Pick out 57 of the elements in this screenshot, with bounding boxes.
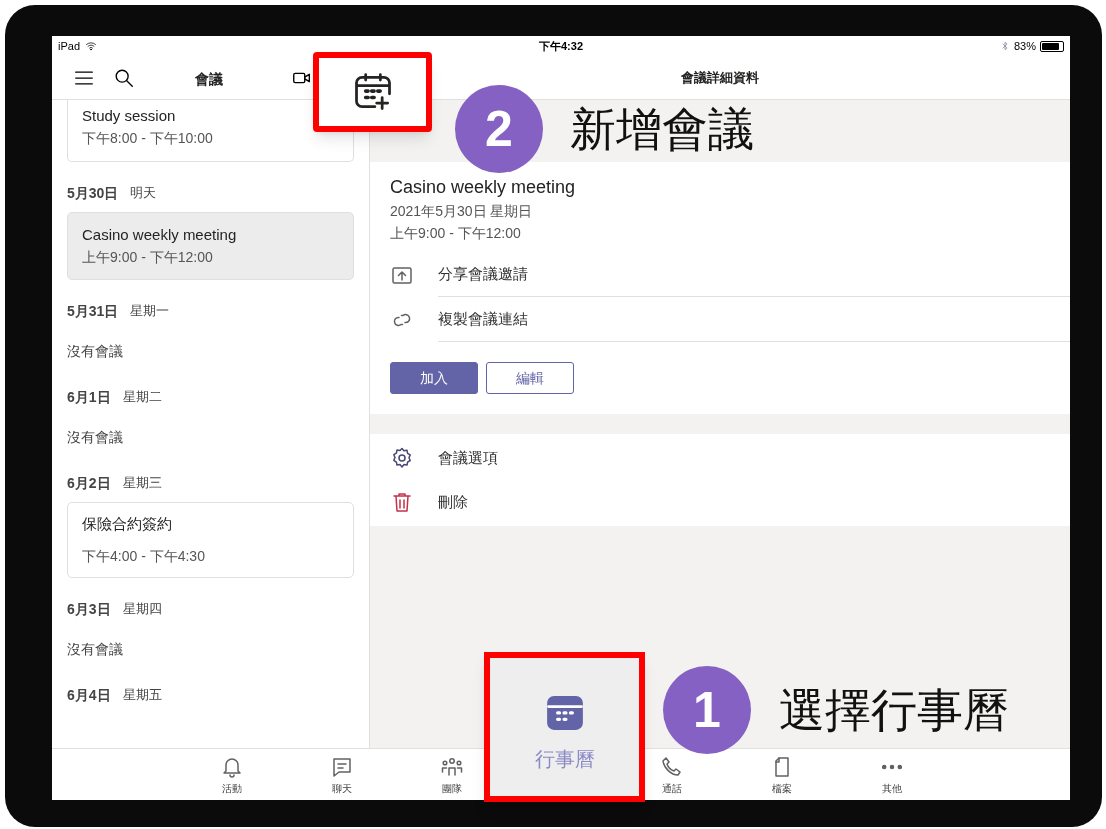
settings-icon: [390, 446, 414, 470]
tab-button[interactable]: 其他: [878, 755, 906, 800]
date-heading: 6月3日: [67, 599, 111, 619]
step-caption: 選擇行事曆: [779, 681, 1009, 739]
meeting-date: 2021年5月30日 星期日: [390, 202, 534, 221]
tab-button[interactable]: 通話: [656, 755, 688, 800]
no-meetings-text: 沒有會議: [67, 427, 124, 447]
meeting-title: Study session: [82, 106, 177, 126]
action-link[interactable]: 複製會議連結: [438, 297, 1070, 342]
weekday-label: 星期二: [122, 388, 162, 407]
people-icon: [440, 755, 464, 779]
weekday-label: 星期一: [130, 302, 170, 321]
meeting-card[interactable]: Casino weekly meeting 上午9:00 - 下午12:00: [67, 212, 354, 280]
more-icon: [882, 764, 902, 770]
meeting-title: 保險合約簽約: [82, 514, 173, 534]
clock-time: 下午4:32: [539, 38, 583, 54]
meeting-time: 下午8:00 - 下午10:00: [82, 129, 214, 148]
meeting-title: Casino weekly meeting: [82, 225, 238, 245]
join-button[interactable]: 加入: [390, 362, 478, 394]
option-link[interactable]: 刪除: [438, 490, 468, 514]
no-meetings-text: 沒有會議: [67, 341, 124, 361]
option-link[interactable]: 會議選項: [438, 446, 498, 470]
chat-icon: [330, 755, 354, 779]
weekday-label: 星期三: [122, 474, 162, 493]
date-heading: 6月4日: [67, 685, 111, 705]
device-name: iPad: [58, 38, 81, 54]
action-link[interactable]: 分享會議邀請: [438, 252, 1070, 297]
tab-button[interactable]: 聊天: [326, 755, 358, 800]
wifi-icon: [84, 40, 99, 52]
tab-button[interactable]: 活動: [216, 755, 248, 800]
trash-icon: [390, 490, 414, 514]
pane-title: 會議詳細資料: [681, 68, 759, 87]
date-heading: 6月2日: [67, 473, 111, 493]
meeting-time: 上午9:00 - 下午12:00: [82, 248, 214, 267]
weekday-label: 星期四: [122, 600, 162, 619]
tab-button[interactable]: 團隊: [436, 755, 468, 800]
meeting-card[interactable]: Study session 下午8:00 - 下午10:00: [67, 100, 354, 162]
battery-icon: [1040, 40, 1064, 52]
date-heading: 6月1日: [67, 387, 111, 407]
phone-icon: [660, 755, 684, 779]
weekday-label: 明天: [130, 184, 157, 203]
search-icon: [113, 67, 135, 89]
meeting-title: Casino weekly meeting: [390, 176, 577, 199]
meeting-card[interactable]: 保險合約簽約 下午4:00 - 下午4:30: [67, 502, 354, 578]
battery-percent: 83%: [1013, 38, 1036, 54]
meeting-time: 下午4:00 - 下午4:30: [82, 547, 206, 566]
no-meetings-text: 沒有會議: [67, 639, 124, 659]
bell-icon: [220, 755, 244, 779]
step-caption: 新增會議: [570, 100, 754, 158]
meeting-time: 上午9:00 - 下午12:00: [390, 224, 522, 243]
date-heading: 5月31日: [67, 301, 119, 321]
weekday-label: 星期五: [122, 686, 162, 705]
pane-title: 會議: [195, 70, 223, 89]
bluetooth-icon: [999, 40, 1010, 52]
date-heading: 5月30日: [67, 183, 119, 203]
edit-button[interactable]: 編輯: [486, 362, 574, 394]
tab-button[interactable]: 檔案: [766, 755, 798, 800]
